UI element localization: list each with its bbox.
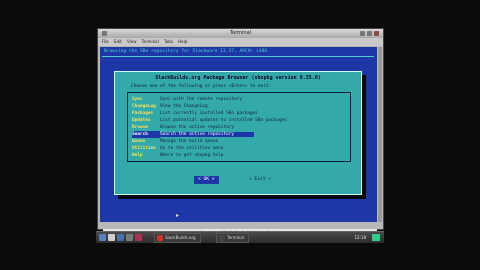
window-menu-icon[interactable]: [102, 31, 107, 36]
menu-item-help[interactable]: Help Where to get sbopkg help: [132, 152, 342, 159]
task-label: SlackBuilds.org: [165, 235, 196, 240]
menu-item-desc: List potential updates to installed SBo …: [160, 118, 287, 123]
menu-item-utilities[interactable]: Utilities Go to the utilities menu: [132, 145, 342, 152]
app-launcher-icon[interactable]: [135, 234, 142, 241]
file-manager-icon[interactable]: [108, 234, 115, 241]
menu-item-browse[interactable]: Browse Browse the active repository: [132, 124, 342, 131]
terminal-scrollbar[interactable]: [378, 47, 382, 222]
menu-bar: File Edit View Terminal Tabs Help: [98, 38, 383, 46]
menu-item-sync[interactable]: Sync Sync with the remote repository: [132, 96, 342, 103]
window-titlebar[interactable]: Terminal: [98, 29, 383, 38]
menu-item-key: Queue: [132, 139, 146, 144]
menu-item-queue[interactable]: Queue Manage the build queue: [132, 138, 342, 145]
start-menu-icon[interactable]: [99, 234, 106, 241]
menu-item-desc: Search the active repository: [160, 132, 255, 137]
menu-item-changelog[interactable]: ChangeLog View the ChangeLog: [132, 103, 342, 110]
terminal-task-icon: [219, 235, 225, 241]
menu-item-key: Utilities: [132, 146, 156, 151]
menu-view[interactable]: View: [127, 39, 137, 44]
menu-item-key: ChangeLog: [132, 104, 156, 109]
menu-item-key: Help: [132, 153, 143, 158]
menu-item-packages[interactable]: Packages List currently installed SBo pac…: [132, 110, 342, 117]
menu-item-key: Browse: [132, 125, 148, 130]
mouse-cursor-icon: ▸: [176, 212, 180, 219]
menu-item-key: Updates: [132, 118, 151, 123]
menu-item-desc: Go to the utilities menu: [160, 146, 224, 151]
close-icon[interactable]: [374, 31, 379, 36]
menu-edit[interactable]: Edit: [114, 39, 122, 44]
menu-help[interactable]: Help: [178, 39, 187, 44]
window-title: Terminal: [229, 30, 252, 36]
browser-task-icon: [157, 235, 163, 241]
menu-item-desc: List currently installed SBo packages: [160, 111, 258, 116]
menu-item-key: Sync: [132, 97, 143, 102]
tray-icon[interactable]: [372, 234, 380, 241]
menu-item-desc: Sync with the remote repository: [160, 97, 242, 102]
menu-file[interactable]: File: [102, 39, 109, 44]
sbopkg-dialog: SlackBuilds.org Package Browser (sbopkg …: [114, 71, 362, 195]
dialog-buttons: < OK > < Exit >: [115, 176, 361, 186]
menu-item-key: Search: [132, 131, 160, 138]
task-label: Terminal: [227, 235, 244, 240]
header-divider: [102, 56, 374, 57]
menu-item-desc: View the ChangeLog: [160, 104, 208, 109]
menu-item-desc: Where to get sbopkg help: [160, 153, 224, 158]
menu-item-desc: Manage the build queue: [160, 139, 219, 144]
task-terminal[interactable]: Terminal: [216, 233, 249, 243]
taskbar: SlackBuilds.org Terminal 12:18: [96, 231, 384, 243]
menu-tabs[interactable]: Tabs: [164, 39, 173, 44]
minimize-icon[interactable]: [360, 31, 365, 36]
browser-icon[interactable]: [117, 234, 124, 241]
menu-item-search[interactable]: Search Search the active repository: [132, 131, 342, 138]
menu-item-desc: Browse the active repository: [160, 125, 235, 130]
menu-item-key: Packages: [132, 111, 154, 116]
terminal-screen[interactable]: Browsing the SBo repository for Slackwar…: [100, 47, 377, 222]
terminal-window: Terminal File Edit View Terminal Tabs He…: [97, 28, 384, 230]
terminal-launcher-icon[interactable]: [126, 234, 133, 241]
terminal-header: Browsing the SBo repository for Slackwar…: [104, 49, 268, 54]
task-slackbuilds[interactable]: SlackBuilds.org: [154, 233, 201, 243]
ok-button[interactable]: < OK >: [194, 176, 219, 184]
menu-terminal[interactable]: Terminal: [142, 39, 159, 44]
menu-list: Sync Sync with the remote repository Chan…: [127, 92, 351, 162]
maximize-icon[interactable]: [367, 31, 372, 36]
clock[interactable]: 12:18: [354, 233, 366, 242]
exit-button[interactable]: < Exit >: [245, 176, 275, 184]
menu-item-updates[interactable]: Updates List potential updates to install…: [132, 117, 342, 124]
dialog-prompt: Choose one of the following or press <En…: [131, 84, 272, 89]
dialog-title: SlackBuilds.org Package Browser (sbopkg …: [155, 75, 321, 81]
